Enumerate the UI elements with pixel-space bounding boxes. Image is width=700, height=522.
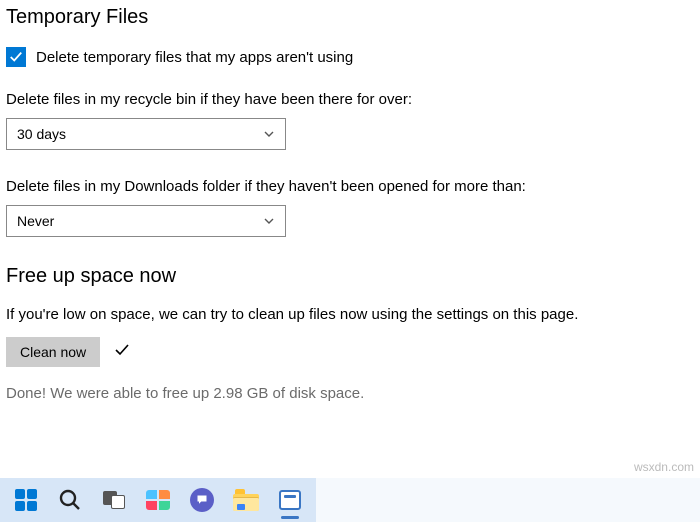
downloads-label: Delete files in my Downloads folder if t… <box>6 178 694 195</box>
watermark-text: wsxdn.com <box>634 460 694 474</box>
delete-temp-files-label: Delete temporary files that my apps aren… <box>36 49 353 66</box>
task-view-icon <box>101 487 127 513</box>
delete-temp-files-checkbox[interactable] <box>6 47 26 67</box>
taskbar <box>0 478 700 522</box>
free-up-space-header: Free up space now <box>6 265 694 288</box>
recycle-bin-label: Delete files in my recycle bin if they h… <box>6 91 694 108</box>
recycle-bin-dropdown[interactable]: 30 days <box>6 118 286 150</box>
downloads-dropdown[interactable]: Never <box>6 205 286 237</box>
chat-button[interactable] <box>180 478 224 522</box>
free-up-description: If you're low on space, we can try to cl… <box>6 306 694 323</box>
app-window-icon <box>277 487 303 513</box>
search-button[interactable] <box>48 478 92 522</box>
delete-temp-files-row: Delete temporary files that my apps aren… <box>6 47 694 67</box>
start-button[interactable] <box>4 478 48 522</box>
running-app-button[interactable] <box>268 478 312 522</box>
file-explorer-button[interactable] <box>224 478 268 522</box>
checkmark-icon <box>9 50 23 64</box>
chevron-down-icon <box>263 215 275 227</box>
success-check-icon <box>114 342 130 363</box>
widgets-icon <box>145 487 171 513</box>
widgets-button[interactable] <box>136 478 180 522</box>
search-icon <box>57 487 83 513</box>
clean-now-button[interactable]: Clean now <box>6 337 100 367</box>
recycle-bin-value: 30 days <box>17 126 66 142</box>
downloads-value: Never <box>17 213 54 229</box>
temporary-files-header: Temporary Files <box>6 6 694 29</box>
windows-start-icon <box>13 487 39 513</box>
task-view-button[interactable] <box>92 478 136 522</box>
folder-icon <box>233 487 259 513</box>
chevron-down-icon <box>263 128 275 140</box>
taskbar-empty-area <box>316 478 700 522</box>
chat-icon <box>189 487 215 513</box>
cleanup-status-text: Done! We were able to free up 2.98 GB of… <box>6 385 694 402</box>
